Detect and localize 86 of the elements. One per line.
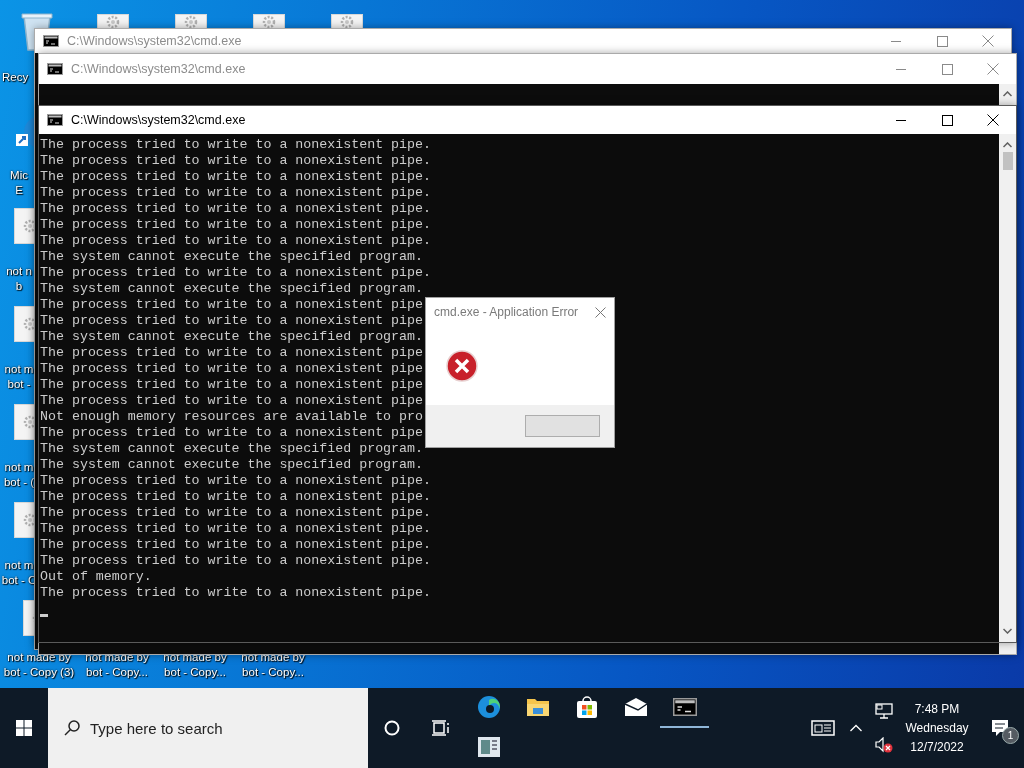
scrollbar[interactable] <box>999 134 1016 642</box>
console-line: Not enough memory resources are available to pro <box>40 409 423 425</box>
console-line: The process tried to write to a nonexistent pipe <box>40 313 423 329</box>
scroll-up-icon[interactable] <box>1003 91 1012 97</box>
console-line: The process tried to write to a nonexistent pipe. <box>40 489 431 505</box>
console-line: The process tried to write to a nonexistent pipe. <box>40 217 431 233</box>
console-line: The process tried to write to a nonexistent pipe. <box>40 553 431 569</box>
icon-label: b <box>15 279 23 294</box>
icon-label: E <box>15 183 23 198</box>
folder-icon <box>525 696 550 718</box>
icon-label: not m <box>4 558 34 573</box>
clock-time: 7:48 PM <box>914 702 960 716</box>
console-line: The process tried to write to a nonexistent pipe <box>40 377 423 393</box>
window-title: C:\Windows\system32\cmd.exe <box>71 62 247 76</box>
scroll-down-icon[interactable] <box>1003 628 1012 634</box>
search-field[interactable]: Type here to search <box>48 688 368 768</box>
icon-label: Recy <box>2 70 29 85</box>
close-icon <box>987 114 999 126</box>
icon-label: bot - Copy... <box>242 665 304 680</box>
console-line: The process tried to write to a nonexistent pipe. <box>40 169 431 185</box>
console-line: The process tried to write to a nonexistent pipe. <box>40 585 431 601</box>
console-line: The process tried to write to a nonexistent pipe <box>40 393 423 409</box>
muted-speaker-icon[interactable] <box>875 737 893 753</box>
console-line: The process tried to write to a nonexistent pipe <box>40 297 423 313</box>
error-icon <box>446 349 478 382</box>
console-line: The process tried to write to a nonexistent pipe. <box>40 537 431 553</box>
clock-date: 12/7/2022 <box>910 740 964 754</box>
browser-icon <box>476 695 501 719</box>
icon-label: not m <box>4 362 34 377</box>
console-line: The process tried to write to a nonexistent pipe <box>40 361 423 377</box>
console-line: The process tried to write to a nonexistent pipe. <box>40 505 431 521</box>
text-cursor <box>40 614 48 617</box>
dialog-title: cmd.exe - Application Error <box>434 305 580 319</box>
console-line: The process tried to write to a nonexistent pipe. <box>40 185 431 201</box>
task-view-icon <box>431 720 449 736</box>
scroll-up-icon[interactable] <box>1003 142 1012 148</box>
console-icon <box>47 63 63 75</box>
console-line: The process tried to write to a nonexistent pipe <box>40 425 423 441</box>
console-icon <box>43 35 59 47</box>
window-title: C:\Windows\system32\cmd.exe <box>71 113 247 127</box>
chevron-up-icon[interactable] <box>850 724 862 732</box>
close-icon <box>987 63 999 75</box>
notification-button[interactable]: 1 <box>976 712 1024 744</box>
console-line: The process tried to write to a nonexistent pipe. <box>40 137 431 153</box>
network-icon[interactable] <box>875 703 893 719</box>
console-line: The process tried to write to a nonexistent pipe. <box>40 201 431 217</box>
console-line: The system cannot execute the specified program. <box>40 457 423 473</box>
console-line: The system cannot execute the specified program. <box>40 441 423 457</box>
icon-label: bot - ( <box>3 475 34 490</box>
circle-icon <box>384 720 400 736</box>
maximize-icon <box>936 35 948 47</box>
console-line: The process tried to write to a nonexistent pipe. <box>40 473 431 489</box>
maximize-icon <box>941 63 953 75</box>
notification-count: 1 <box>1002 727 1019 744</box>
console-line: Out of memory. <box>40 569 152 585</box>
icon-label: not m <box>4 460 34 475</box>
icon-label: bot - <box>7 377 31 392</box>
search-icon <box>64 720 80 736</box>
shopping-bag-icon <box>574 695 599 719</box>
close-icon[interactable] <box>595 306 606 318</box>
mail-icon <box>623 697 648 717</box>
windows-logo-icon <box>16 720 32 736</box>
icon-label: bot - Copy... <box>164 665 226 680</box>
maximize-icon <box>941 114 953 126</box>
console-line: The process tried to write to a nonexistent pipe. <box>40 233 431 249</box>
icon-label: not n <box>6 264 32 279</box>
close-icon <box>982 35 994 47</box>
console-line: The system cannot execute the specified program. <box>40 281 423 297</box>
icon-label: bot - Copy... <box>86 665 148 680</box>
clock-day: Wednesday <box>905 721 969 735</box>
icon-label: bot - Copy (3) <box>3 665 75 680</box>
search-placeholder: Type here to search <box>90 719 223 737</box>
window-title: C:\Windows\system32\cmd.exe <box>67 34 243 48</box>
icon-label: Mic <box>10 168 28 183</box>
console-line: The process tried to write to a nonexistent pipe. <box>40 521 431 537</box>
scroll-thumb[interactable] <box>1002 152 1013 170</box>
console-line: The process tried to write to a nonexistent pipe. <box>40 153 431 169</box>
console-icon <box>672 697 697 717</box>
console-line: The process tried to write to a nonexistent pipe. <box>40 265 431 281</box>
console-line: The system cannot execute the specified program. <box>40 329 423 345</box>
console-line: The system cannot execute the specified program. <box>40 249 423 265</box>
news-icon <box>477 737 500 757</box>
news-widget-icon[interactable] <box>811 720 835 736</box>
console-line: The process tried to write to a nonexistent pipe <box>40 345 423 361</box>
console-icon <box>47 114 63 126</box>
clock[interactable]: 7:48 PM Wednesday 12/7/2022 <box>898 702 976 754</box>
